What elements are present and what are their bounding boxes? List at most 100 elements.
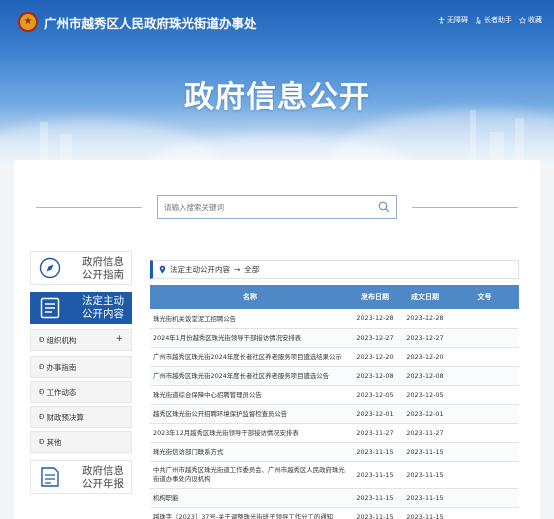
skyline-building — [60, 134, 72, 162]
sidebar-guide[interactable]: 政府信息公开指南 — [30, 251, 132, 285]
sidebar-item-guide[interactable]: Ð 办事指南 — [30, 356, 132, 378]
caret-icon: Ð — [39, 388, 45, 396]
sidebar-active-content[interactable]: 法定主动公开内容 — [30, 292, 132, 324]
doc-title-link[interactable]: 广州市越秀区珠光街2024年度长者社区养老服务项目遴选结果公示 — [150, 347, 350, 367]
table-row[interactable]: 2023年12月越秀区珠光街领导干部接访情况安排表 2023-11-27 2023-… — [150, 423, 519, 443]
table-header-row: 名称 发布日期 成文日期 文号 — [150, 285, 519, 309]
favorite-label: 收藏 — [528, 16, 542, 24]
header-banner: ★ 广州市越秀区人民政府珠光街道办事处 无障碍 长者助手 收藏 政府信息公开 — [0, 0, 554, 168]
doc-title-link[interactable]: 珠光街信访部门联系方式 — [150, 442, 350, 462]
made-date: 2023-12-01 — [400, 404, 450, 424]
star-icon — [519, 16, 526, 24]
location-pin-icon — [159, 265, 166, 274]
sidebar-item-label: 组织机构 — [46, 335, 77, 345]
site-title[interactable]: 广州市越秀区人民政府珠光街道办事处 — [44, 13, 257, 32]
made-date: 2023-12-20 — [400, 347, 450, 367]
table-row[interactable]: 机构职能 2023-11-15 2023-11-15 — [150, 488, 519, 508]
pub-date: 2023-12-08 — [350, 366, 400, 386]
accessibility-icon — [438, 16, 445, 24]
content-panel: 政府信息公开指南 法定主动公开内容 Ð 组织机构 + Ð 办事指南 Ð 工作动态… — [14, 160, 540, 519]
table-row[interactable]: 2024年1月份越秀区珠光街领导干部接访情况安排表 2023-12-27 2023-… — [150, 328, 519, 348]
favorite-link[interactable]: 收藏 — [519, 15, 542, 25]
made-date: 2023-12-28 — [400, 309, 450, 329]
doc-number — [450, 507, 519, 519]
pub-date: 2023-11-27 — [350, 423, 400, 443]
breadcrumb-current: 全部 — [244, 265, 260, 274]
sidebar-guide-label: 政府信息公开指南 — [82, 256, 124, 281]
doc-title-link[interactable]: 2024年1月份越秀区珠光街领导干部接访情况安排表 — [150, 328, 350, 348]
pub-date: 2023-12-01 — [350, 404, 400, 424]
pub-date: 2023-11-15 — [350, 507, 400, 519]
caret-icon: Ð — [39, 363, 45, 371]
table-row[interactable]: 珠光街机关饭堂泥工招聘公告 2023-12-28 2023-12-28 — [150, 309, 519, 329]
doc-number — [450, 366, 519, 386]
sidebar-item-budget[interactable]: Ð 财政预决算 — [30, 406, 132, 428]
doc-title-link[interactable]: 机构职能 — [150, 488, 350, 508]
doc-title-link[interactable]: 2023年12月越秀区珠光街领导干部接访情况安排表 — [150, 423, 350, 443]
elder-assistant-link[interactable]: 长者助手 — [475, 15, 512, 25]
sidebar-annual-report[interactable]: 政府信息公开年报 — [30, 460, 132, 494]
table-row[interactable]: 中共广州市越秀区珠光街道工作委员会、广州市越秀区人民政府珠光街道办事处内设机构 2… — [150, 461, 519, 489]
table-row[interactable]: 珠光街信访部门联系方式 2023-11-15 2023-11-15 — [150, 442, 519, 462]
sidebar-item-label: 其他 — [46, 437, 62, 447]
made-date: 2023-12-08 — [400, 366, 450, 386]
national-emblem-icon: ★ — [18, 12, 38, 32]
table-row[interactable]: 珠光街道综合保障中心招聘管理员公告 2023-12-05 2023-12-05 — [150, 385, 519, 405]
breadcrumb-root[interactable]: 法定主动公开内容 — [170, 264, 230, 275]
doc-number — [450, 488, 519, 508]
banner-title: 政府信息公开 — [184, 80, 370, 115]
sidebar-item-label: 财政预决算 — [46, 412, 84, 422]
table-row[interactable]: 广州市越秀区珠光街2024年度长者社区养老服务项目遴选公告 2023-12-08 2… — [150, 366, 519, 386]
doc-number — [450, 423, 519, 443]
top-links: 无障碍 长者助手 收藏 — [438, 15, 542, 25]
column-header-published: 发布日期 — [350, 285, 400, 309]
search-divider-right — [412, 207, 518, 208]
search-icon[interactable] — [378, 201, 390, 213]
skyline-building — [490, 132, 504, 162]
elder-assistant-label: 长者助手 — [484, 16, 512, 24]
doc-number — [450, 309, 519, 329]
doc-title-link[interactable]: 越秀区珠光街公开招聘环境保护监督检查员公告 — [150, 404, 350, 424]
made-date: 2023-11-15 — [400, 442, 450, 462]
accessibility-link[interactable]: 无障碍 — [438, 15, 468, 25]
pub-date: 2023-12-20 — [350, 347, 400, 367]
pub-date: 2023-12-28 — [350, 309, 400, 329]
sidebar-item-org[interactable]: Ð 组织机构 + — [30, 329, 132, 351]
elder-icon — [476, 16, 481, 24]
skyline-building — [40, 122, 48, 162]
skyline-building — [515, 118, 524, 162]
doc-title-link[interactable]: 珠光街道综合保障中心招聘管理员公告 — [150, 385, 350, 405]
table-row[interactable]: 越珠字〔2023〕37号-关于调整珠光街班子领导工作分工的通知 2023-11-1… — [150, 507, 519, 519]
doc-title-link[interactable]: 珠光街机关饭堂泥工招聘公告 — [150, 309, 350, 329]
doc-number — [450, 404, 519, 424]
doc-number — [450, 328, 519, 348]
pub-date: 2023-12-05 — [350, 385, 400, 405]
made-date: 2023-11-15 — [400, 507, 450, 519]
breadcrumb: 法定主动公开内容 → 全部 — [150, 260, 519, 279]
sidebar-item-label: 办事指南 — [46, 362, 77, 372]
doc-title-link[interactable]: 广州市越秀区珠光街2024年度长者社区养老服务项目遴选公告 — [150, 366, 350, 386]
sidebar-item-other[interactable]: Ð 其他 — [30, 431, 132, 453]
doc-title-link[interactable]: 越珠字〔2023〕37号-关于调整珠光街班子领导工作分工的通知 — [150, 507, 350, 519]
expand-icon[interactable]: + — [115, 334, 123, 344]
caret-icon: Ð — [39, 438, 45, 446]
sidebar-active-label: 法定主动公开内容 — [82, 295, 124, 320]
sidebar-item-news[interactable]: Ð 工作动态 — [30, 381, 132, 403]
search-input[interactable] — [164, 199, 364, 215]
pub-date: 2023-11-15 — [350, 461, 400, 489]
report-book-icon — [41, 467, 59, 487]
doc-number — [450, 461, 519, 489]
table-row[interactable]: 广州市越秀区珠光街2024年度长者社区养老服务项目遴选结果公示 2023-12-2… — [150, 347, 519, 367]
doc-title-link[interactable]: 中共广州市越秀区珠光街道工作委员会、广州市越秀区人民政府珠光街道办事处内设机构 — [150, 461, 350, 489]
column-header-docno: 文号 — [450, 285, 519, 309]
table-row[interactable]: 越秀区珠光街公开招聘环境保护监督检查员公告 2023-12-01 2023-12-0… — [150, 404, 519, 424]
document-table: 名称 发布日期 成文日期 文号 珠光街机关饭堂泥工招聘公告 2023-12-28 2… — [150, 285, 519, 519]
sidebar-item-label: 工作动态 — [46, 387, 77, 397]
accessibility-label: 无障碍 — [447, 16, 468, 24]
pub-date: 2023-11-15 — [350, 488, 400, 508]
doc-number — [450, 442, 519, 462]
doc-number — [450, 385, 519, 405]
search-box — [157, 195, 397, 219]
made-date: 2023-12-05 — [400, 385, 450, 405]
pub-date: 2023-12-27 — [350, 328, 400, 348]
